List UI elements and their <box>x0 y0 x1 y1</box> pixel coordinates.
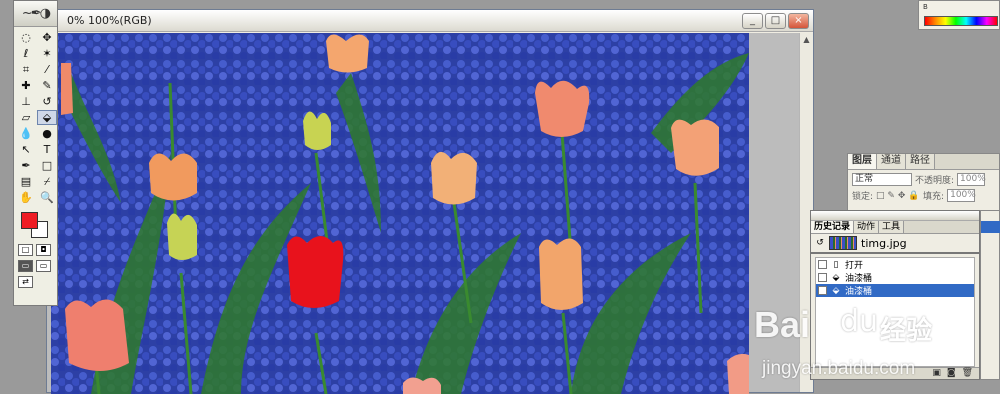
snapshot-thumbnail <box>829 236 857 250</box>
healing-brush-icon[interactable]: ✚ <box>16 78 36 93</box>
baidu-watermark: Bai du 经验 jingyan.baidu.com <box>740 300 995 390</box>
paint-bucket-icon[interactable]: ⬙ <box>37 110 57 125</box>
tulip <box>539 238 583 310</box>
fill-field[interactable]: 100% <box>947 189 976 202</box>
lock-icons[interactable]: □ ✎ ✥ 🔒 <box>876 191 920 201</box>
brush-icon[interactable]: ✎ <box>37 78 57 93</box>
feather-icon[interactable]: ~✒◑ <box>22 6 51 21</box>
eyedropper-icon[interactable]: ⌿ <box>37 174 57 189</box>
type-icon[interactable]: T <box>37 142 57 157</box>
tulip <box>671 119 719 176</box>
selected-row-edge <box>981 221 1000 233</box>
move-icon[interactable]: ✥ <box>37 30 57 45</box>
history-item-label: 油漆桶 <box>845 274 873 284</box>
paint-bucket-icon: ⬙ <box>832 272 840 283</box>
foreground-color-swatch[interactable] <box>21 212 38 229</box>
tulip <box>326 34 369 73</box>
watermark-paw: du <box>840 304 879 339</box>
tab-paths[interactable]: 路径 <box>906 154 935 169</box>
lock-label: 锁定: <box>852 192 874 202</box>
scroll-up-icon[interactable]: ▲ <box>800 33 813 47</box>
screen-mode-full-icon[interactable]: ▭ <box>36 260 51 272</box>
history-brush-icon[interactable]: ↺ <box>815 238 825 248</box>
dodge-icon[interactable]: ● <box>37 126 57 141</box>
tulip <box>65 299 129 371</box>
color-ramp[interactable] <box>924 16 998 26</box>
blur-icon[interactable]: 💧 <box>16 126 36 141</box>
standard-mode-icon[interactable]: □ <box>18 244 33 256</box>
history-titlebar[interactable] <box>811 211 979 221</box>
blend-mode-select[interactable]: 正常 <box>852 173 912 186</box>
image-canvas[interactable] <box>51 33 749 394</box>
slice-icon[interactable]: ⁄ <box>37 62 57 77</box>
maximize-button[interactable]: □ <box>765 13 786 29</box>
notes-icon[interactable]: ▤ <box>16 174 36 189</box>
document-icon: ▯ <box>833 259 839 270</box>
toolbox: ~✒◑ ◌ ✥ ℓ ✶ ⌗ ⁄ ✚ ✎ ⊥ ↺ ▱ ⬙ 💧 ● ↖ T ✒ □ ▤ ⌿ ✋ 🔍 □ ◘ ▭ ▭ ⇄ <box>13 0 58 306</box>
zoom-icon[interactable]: 🔍 <box>37 190 57 205</box>
tab-history[interactable]: 历史记录 <box>811 221 855 233</box>
color-channel-label: B <box>923 3 928 11</box>
fill-label: 填充: <box>923 192 945 202</box>
crop-icon[interactable]: ⌗ <box>16 62 36 77</box>
history-brush-icon[interactable]: ↺ <box>37 94 57 109</box>
clone-stamp-icon[interactable]: ⊥ <box>16 94 36 109</box>
history-checkbox[interactable] <box>818 260 827 269</box>
layers-panel: 图层 通道 路径 正常 不透明度: 100% 锁定: □ ✎ ✥ 🔒 填充: 1… <box>847 153 1000 213</box>
history-snapshot[interactable]: ↺ timg.jpg <box>811 234 979 254</box>
snapshot-name: timg.jpg <box>861 236 907 250</box>
tulip <box>287 236 344 308</box>
watermark-chinese: 经验 <box>880 316 933 346</box>
document-title: 0% 100%(RGB) <box>67 14 152 27</box>
tulip <box>535 80 590 137</box>
watermark-url: jingyan.baidu.com <box>762 358 916 379</box>
tulip <box>167 213 197 260</box>
pen-icon[interactable]: ✒ <box>16 158 36 173</box>
close-button[interactable]: × <box>788 13 809 29</box>
rectangle-icon[interactable]: □ <box>37 158 57 173</box>
color-swatches <box>18 210 53 240</box>
opacity-field[interactable]: 100% <box>957 173 986 186</box>
marquee-icon[interactable]: ◌ <box>16 30 36 45</box>
history-item[interactable]: ▯ 打开 <box>816 258 974 271</box>
screen-mode-standard-icon[interactable]: ▭ <box>18 260 33 272</box>
history-item-label: 油漆桶 <box>845 287 873 297</box>
tab-channels[interactable]: 通道 <box>877 154 906 169</box>
tab-actions[interactable]: 动作 <box>854 221 880 233</box>
minimize-button[interactable]: _ <box>742 13 763 29</box>
history-item[interactable]: ⬙ 油漆桶 <box>816 284 974 297</box>
tool-grid: ◌ ✥ ℓ ✶ ⌗ ⁄ ✚ ✎ ⊥ ↺ ▱ ⬙ 💧 ● ↖ T ✒ □ ▤ ⌿ ✋ 🔍 <box>14 27 57 208</box>
quick-mask-icon[interactable]: ◘ <box>36 244 51 256</box>
tulip <box>149 153 197 201</box>
tab-layers[interactable]: 图层 <box>848 154 877 169</box>
document-titlebar[interactable]: 0% 100%(RGB) _ □ × <box>47 10 813 32</box>
canvas-area[interactable] <box>47 33 799 394</box>
document-window[interactable]: 0% 100%(RGB) _ □ × ▲ <box>46 9 814 394</box>
lasso-icon[interactable]: ℓ <box>16 46 36 61</box>
paint-bucket-icon: ⬙ <box>832 285 840 296</box>
tab-tools[interactable]: 工具 <box>879 221 905 233</box>
watermark-logo: Bai <box>754 304 811 345</box>
toolbox-header[interactable]: ~✒◑ <box>14 1 57 27</box>
path-select-icon[interactable]: ↖ <box>16 142 36 157</box>
opacity-label: 不透明度: <box>915 176 955 186</box>
tulip <box>61 63 73 115</box>
history-checkbox[interactable] <box>818 273 827 282</box>
jump-to-imageready-icon[interactable]: ⇄ <box>18 276 33 288</box>
history-checkbox[interactable] <box>818 286 827 295</box>
history-item[interactable]: ⬙ 油漆桶 <box>816 271 974 284</box>
hand-icon[interactable]: ✋ <box>16 190 36 205</box>
history-item-label: 打开 <box>845 261 864 271</box>
tulip <box>431 151 477 205</box>
eraser-icon[interactable]: ▱ <box>16 110 36 125</box>
color-palette: B <box>918 0 1000 30</box>
magic-wand-icon[interactable]: ✶ <box>37 46 57 61</box>
